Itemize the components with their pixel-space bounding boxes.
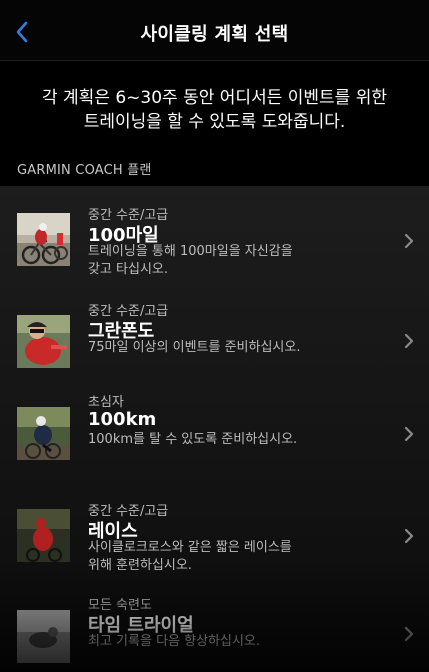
plan-description: 100km를 탈 수 있도록 준비하십시오. xyxy=(88,431,338,449)
section-header: GARMIN COACH 플랜 xyxy=(17,163,152,178)
chevron-right-icon xyxy=(404,528,414,544)
chevron-right-icon xyxy=(404,333,414,349)
plan-description-line-2: 갖고 타십시오. xyxy=(88,262,169,277)
plan-row-gran-fondo[interactable]: 중간 수준/고급 그란폰도 75마일 이상의 이벤트를 준비하십시오. xyxy=(0,286,429,386)
plan-row-race[interactable]: 중간 수준/고급 레이스 사이클로크로스와 같은 짧은 레이스를 위해 훈련하십… xyxy=(0,482,429,582)
plan-description-line-2: 위해 훈련하십시오. xyxy=(88,558,192,573)
plan-description: 트레이닝을 통해 100마일을 자신감을 갖고 타십시오. xyxy=(88,243,338,279)
plan-description-line-1: 75마일 이상의 이벤트를 준비하십시오. xyxy=(88,340,301,355)
plan-thumbnail xyxy=(17,315,70,368)
plan-description-line-1: 트레이닝을 통해 100마일을 자신감을 xyxy=(88,244,293,259)
plan-thumbnail xyxy=(17,610,70,663)
plan-description-line-1: 100km를 탈 수 있도록 준비하십시오. xyxy=(88,432,298,447)
plan-description-line-1: 사이클로크로스와 같은 짧은 레이스를 xyxy=(88,540,292,555)
plan-row-100km[interactable]: 초심자 100km 100km를 탈 수 있도록 준비하십시오. xyxy=(0,386,429,482)
plan-row-100-mile[interactable]: 중간 수준/고급 100마일 트레이닝을 통해 100마일을 자신감을 갖고 타… xyxy=(0,186,429,286)
plan-description: 75마일 이상의 이벤트를 준비하십시오. xyxy=(88,339,338,357)
plan-description-line-1: 최고 기록을 다음 향상하십시오. xyxy=(88,634,261,649)
chevron-right-icon xyxy=(404,626,414,642)
plan-thumbnail xyxy=(17,407,70,460)
intro-text: 각 계획은 6~30주 동안 어디서든 이벤트를 위한 트레이닝을 할 수 있도… xyxy=(20,86,409,134)
plan-description: 사이클로크로스와 같은 짧은 레이스를 위해 훈련하십시오. xyxy=(88,539,338,575)
nav-bar: 사이클링 계획 선택 xyxy=(0,0,429,61)
plan-list: 중간 수준/고급 100마일 트레이닝을 통해 100마일을 자신감을 갖고 타… xyxy=(0,186,429,672)
chevron-right-icon xyxy=(404,233,414,249)
plan-row-time-trial[interactable]: 모든 숙련도 타임 트라이얼 최고 기록을 다음 향상하십시오. xyxy=(0,582,429,672)
intro-line-1: 각 계획은 6~30주 동안 어디서든 이벤트를 위한 xyxy=(42,88,387,108)
plan-name: 100km xyxy=(88,409,157,430)
plan-thumbnail xyxy=(17,213,70,266)
page-title: 사이클링 계획 선택 xyxy=(140,24,289,45)
intro-line-2: 트레이닝을 할 수 있도록 도와줍니다. xyxy=(83,112,346,132)
plan-thumbnail xyxy=(17,509,70,562)
chevron-right-icon xyxy=(404,426,414,442)
plan-description: 최고 기록을 다음 향상하십시오. xyxy=(88,633,338,651)
plan-level: 초심자 xyxy=(88,395,124,410)
